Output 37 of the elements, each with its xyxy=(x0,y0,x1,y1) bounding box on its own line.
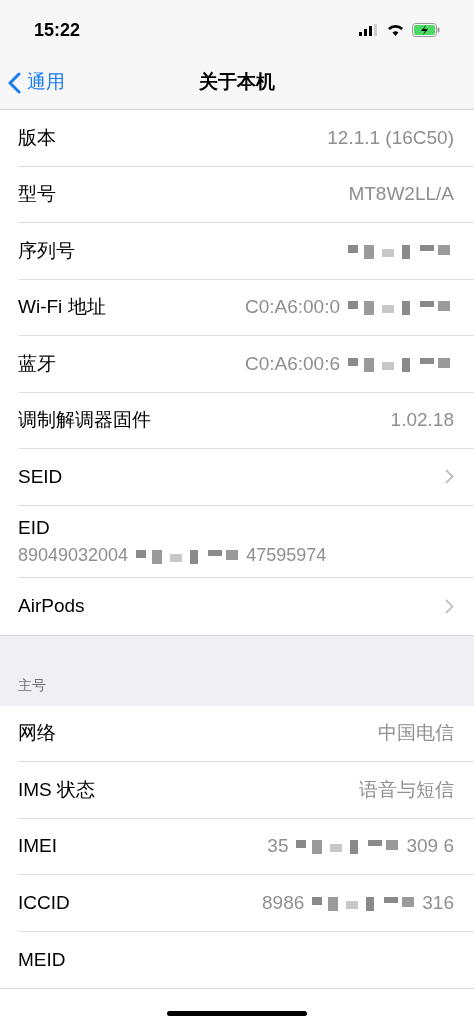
settings-row[interactable]: AirPods xyxy=(18,578,474,635)
row-value: C0:A6:00:6 xyxy=(244,351,340,376)
settings-row[interactable]: SEID xyxy=(18,449,474,506)
row-label: 调制解调器固件 xyxy=(18,408,151,432)
row-value: 语音与短信 xyxy=(359,777,454,802)
row-label: IMEI xyxy=(18,834,58,858)
signal-icon xyxy=(359,24,379,36)
chevron-icon xyxy=(445,598,454,614)
row-label: EID xyxy=(18,515,51,540)
chevron-icon xyxy=(445,469,454,485)
row-value: 12.1.1 (16C50) xyxy=(327,125,454,150)
page-title: 关于本机 xyxy=(199,70,275,95)
row-value: 1.02.18 xyxy=(390,408,454,432)
row-value: 316 xyxy=(422,890,454,915)
back-chevron-icon xyxy=(8,71,21,94)
status-time: 15:22 xyxy=(34,18,81,42)
back-button[interactable]: 通用 xyxy=(8,68,65,97)
row-label: MEID xyxy=(18,947,66,972)
row-label: 序列号 xyxy=(18,238,75,263)
row-label: 型号 xyxy=(18,182,56,206)
row-value: 309 6 xyxy=(406,834,454,858)
row-label: 网络 xyxy=(18,721,56,745)
row-value: 35 xyxy=(267,834,289,858)
battery-charging-icon xyxy=(412,23,440,37)
row-label: 蓝牙 xyxy=(18,351,56,376)
row-label: 版本 xyxy=(18,125,56,150)
row-value: 8986 xyxy=(262,890,305,915)
row-label: Wi-Fi 地址 xyxy=(18,295,106,319)
row-value: C0:A6:00:0 xyxy=(244,295,340,319)
row-value: MT8W2LL/A xyxy=(348,182,454,206)
row-value: 89049032004 xyxy=(18,544,129,567)
row-value: 中国电信 xyxy=(378,721,454,745)
section-header: 主号 xyxy=(18,675,46,695)
wifi-icon xyxy=(387,24,404,36)
row-label: IMS 状态 xyxy=(18,777,96,802)
row-label: ICCID xyxy=(18,890,70,915)
row-value: 47595974 xyxy=(246,544,327,567)
